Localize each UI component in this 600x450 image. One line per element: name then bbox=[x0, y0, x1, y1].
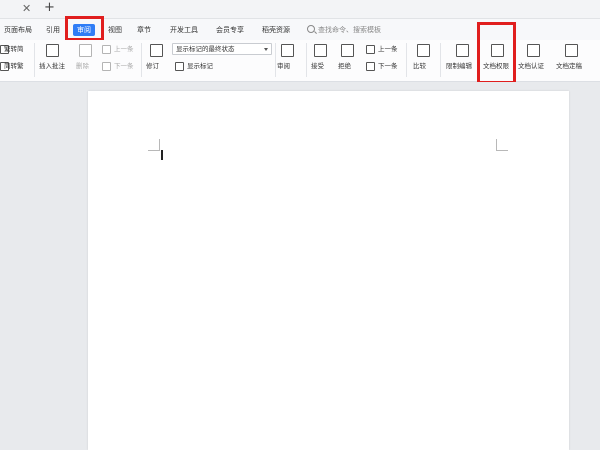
reject-change-icon bbox=[341, 44, 354, 57]
delete-comment-button[interactable]: 删除 bbox=[76, 62, 89, 71]
reject-change-button[interactable]: 拒绝 bbox=[338, 62, 351, 71]
search-icon[interactable] bbox=[307, 25, 315, 33]
prev-change-button[interactable]: 上一条 bbox=[378, 45, 398, 54]
next-change-button[interactable]: 下一条 bbox=[378, 62, 398, 71]
menu-page-layout[interactable]: 页面布局 bbox=[4, 25, 32, 35]
page-margin-mark bbox=[496, 139, 508, 151]
close-tab-icon[interactable]: ✕ bbox=[22, 3, 31, 15]
markup-display-select[interactable]: 显示标记的最终状态 bbox=[172, 43, 272, 55]
next-comment-icon bbox=[102, 62, 111, 71]
document-auth-icon bbox=[527, 44, 540, 57]
new-tab-icon[interactable]: + bbox=[44, 1, 55, 15]
track-changes-icon bbox=[150, 44, 163, 57]
track-changes-button[interactable]: 修订 bbox=[146, 62, 159, 71]
ribbon-separator bbox=[275, 43, 276, 77]
simplified-to-traditional-button[interactable]: 简转繁 bbox=[4, 62, 24, 71]
traditional-to-simplified-button[interactable]: 繁转简 bbox=[4, 45, 24, 54]
ribbon-separator bbox=[34, 43, 35, 77]
menu-view[interactable]: 视图 bbox=[108, 25, 122, 35]
ribbon-separator bbox=[141, 43, 142, 77]
accept-change-button[interactable]: 接受 bbox=[311, 62, 324, 71]
review-pane-button[interactable]: 审阅 bbox=[277, 62, 290, 71]
prev-comment-icon bbox=[102, 45, 111, 54]
compare-icon bbox=[417, 44, 430, 57]
show-markup-icon bbox=[175, 62, 184, 71]
command-search-input[interactable]: 查找命令、搜索模板 bbox=[318, 25, 381, 35]
delete-comment-icon bbox=[79, 44, 92, 57]
document-auth-button[interactable]: 文档认证 bbox=[518, 62, 544, 71]
review-tab-highlight bbox=[65, 16, 104, 41]
document-page[interactable] bbox=[88, 91, 569, 450]
menu-chapter[interactable]: 章节 bbox=[137, 25, 151, 35]
chevron-down-icon bbox=[264, 48, 268, 51]
menu-references[interactable]: 引用 bbox=[46, 25, 60, 35]
document-permission-highlight bbox=[477, 22, 516, 84]
insert-comment-icon bbox=[46, 44, 59, 57]
show-markup-button[interactable]: 显示标记 bbox=[187, 62, 213, 71]
page-margin-mark bbox=[148, 139, 160, 151]
compare-button[interactable]: 比较 bbox=[413, 62, 426, 71]
next-comment-button[interactable]: 下一条 bbox=[114, 62, 134, 71]
prev-comment-button[interactable]: 上一条 bbox=[114, 45, 134, 54]
document-finalize-button[interactable]: 文档定稿 bbox=[556, 62, 582, 71]
ribbon-separator bbox=[440, 43, 441, 77]
ribbon-separator bbox=[306, 43, 307, 77]
menu-member-exclusive[interactable]: 会员专享 bbox=[216, 25, 244, 35]
menu-developer-tools[interactable]: 开发工具 bbox=[170, 25, 198, 35]
accept-change-icon bbox=[314, 44, 327, 57]
prev-change-icon bbox=[366, 45, 375, 54]
next-change-icon bbox=[366, 62, 375, 71]
insert-comment-button[interactable]: 插入批注 bbox=[39, 62, 65, 71]
review-pane-icon bbox=[281, 44, 294, 57]
document-finalize-icon bbox=[565, 44, 578, 57]
restrict-edit-button[interactable]: 限制编辑 bbox=[446, 62, 472, 71]
text-cursor bbox=[161, 150, 163, 160]
ribbon-separator bbox=[406, 43, 407, 77]
restrict-edit-icon bbox=[456, 44, 469, 57]
markup-display-value: 显示标记的最终状态 bbox=[176, 45, 235, 53]
menu-docer-resources[interactable]: 稻壳资源 bbox=[262, 25, 290, 35]
